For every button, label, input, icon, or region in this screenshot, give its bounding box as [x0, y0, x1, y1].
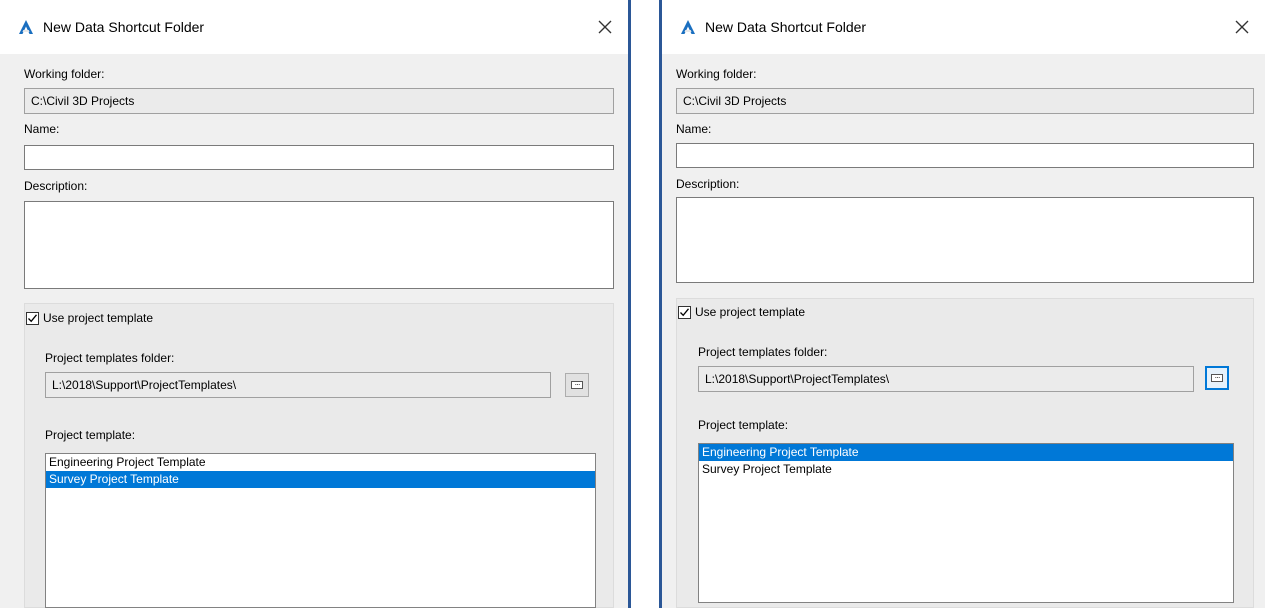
- dialog-title: New Data Shortcut Folder: [43, 19, 205, 35]
- checkbox-box[interactable]: [678, 305, 691, 319]
- description-input[interactable]: [24, 201, 614, 289]
- new-data-shortcut-folder-dialog-left: New Data Shortcut Folder Working folder:…: [0, 0, 631, 608]
- close-icon: [1235, 20, 1249, 34]
- list-item[interactable]: Survey Project Template: [699, 461, 1233, 478]
- project-template-listbox[interactable]: Engineering Project Template Survey Proj…: [698, 443, 1234, 603]
- close-button[interactable]: [592, 14, 618, 40]
- name-input[interactable]: [676, 143, 1254, 168]
- project-templates-folder-label: Project templates folder:: [45, 351, 175, 365]
- title-bar[interactable]: New Data Shortcut Folder: [662, 0, 1265, 54]
- description-label: Description:: [676, 177, 740, 191]
- description-label: Description:: [24, 179, 88, 193]
- working-folder-label: Working folder:: [24, 67, 105, 81]
- project-template-group: Use project template Project templates f…: [676, 298, 1254, 608]
- checkbox-box[interactable]: [26, 311, 39, 325]
- use-project-template-checkbox[interactable]: Use project template: [678, 305, 805, 319]
- working-folder-label: Working folder:: [676, 67, 757, 81]
- close-icon: [598, 20, 612, 34]
- list-item[interactable]: Survey Project Template: [46, 471, 595, 488]
- project-template-label: Project template:: [45, 428, 136, 442]
- browse-templates-folder-button[interactable]: ···: [1205, 366, 1229, 390]
- checkmark-icon: [680, 307, 690, 316]
- project-templates-folder-label: Project templates folder:: [698, 345, 828, 359]
- close-button[interactable]: [1229, 14, 1255, 40]
- working-folder-field: C:\Civil 3D Projects: [676, 88, 1254, 114]
- project-templates-folder-field: L:\2018\Support\ProjectTemplates\: [45, 372, 551, 398]
- name-label: Name:: [676, 122, 712, 136]
- project-template-group: Use project template Project templates f…: [24, 303, 614, 608]
- dialog-title: New Data Shortcut Folder: [705, 19, 867, 35]
- name-label: Name:: [24, 122, 60, 136]
- use-project-template-checkbox[interactable]: Use project template: [26, 311, 153, 325]
- use-project-template-label: Use project template: [695, 305, 806, 319]
- browse-templates-folder-button[interactable]: ···: [565, 373, 589, 397]
- project-templates-folder-field: L:\2018\Support\ProjectTemplates\: [698, 366, 1194, 392]
- project-template-label: Project template:: [698, 418, 789, 432]
- use-project-template-label: Use project template: [43, 311, 154, 325]
- checkmark-icon: [28, 313, 38, 322]
- autodesk-app-icon: [681, 20, 695, 34]
- new-data-shortcut-folder-dialog-right: New Data Shortcut Folder Working folder:…: [659, 0, 1265, 608]
- ellipsis-icon: ···: [571, 381, 583, 389]
- ellipsis-icon: ···: [1211, 374, 1223, 382]
- list-item[interactable]: Engineering Project Template: [699, 444, 1233, 461]
- title-bar[interactable]: New Data Shortcut Folder: [0, 0, 628, 54]
- project-template-listbox[interactable]: Engineering Project Template Survey Proj…: [45, 453, 596, 608]
- name-input[interactable]: [24, 145, 614, 170]
- autodesk-app-icon: [19, 20, 33, 34]
- description-input[interactable]: [676, 197, 1254, 283]
- working-folder-field: C:\Civil 3D Projects: [24, 88, 614, 114]
- list-item[interactable]: Engineering Project Template: [46, 454, 595, 471]
